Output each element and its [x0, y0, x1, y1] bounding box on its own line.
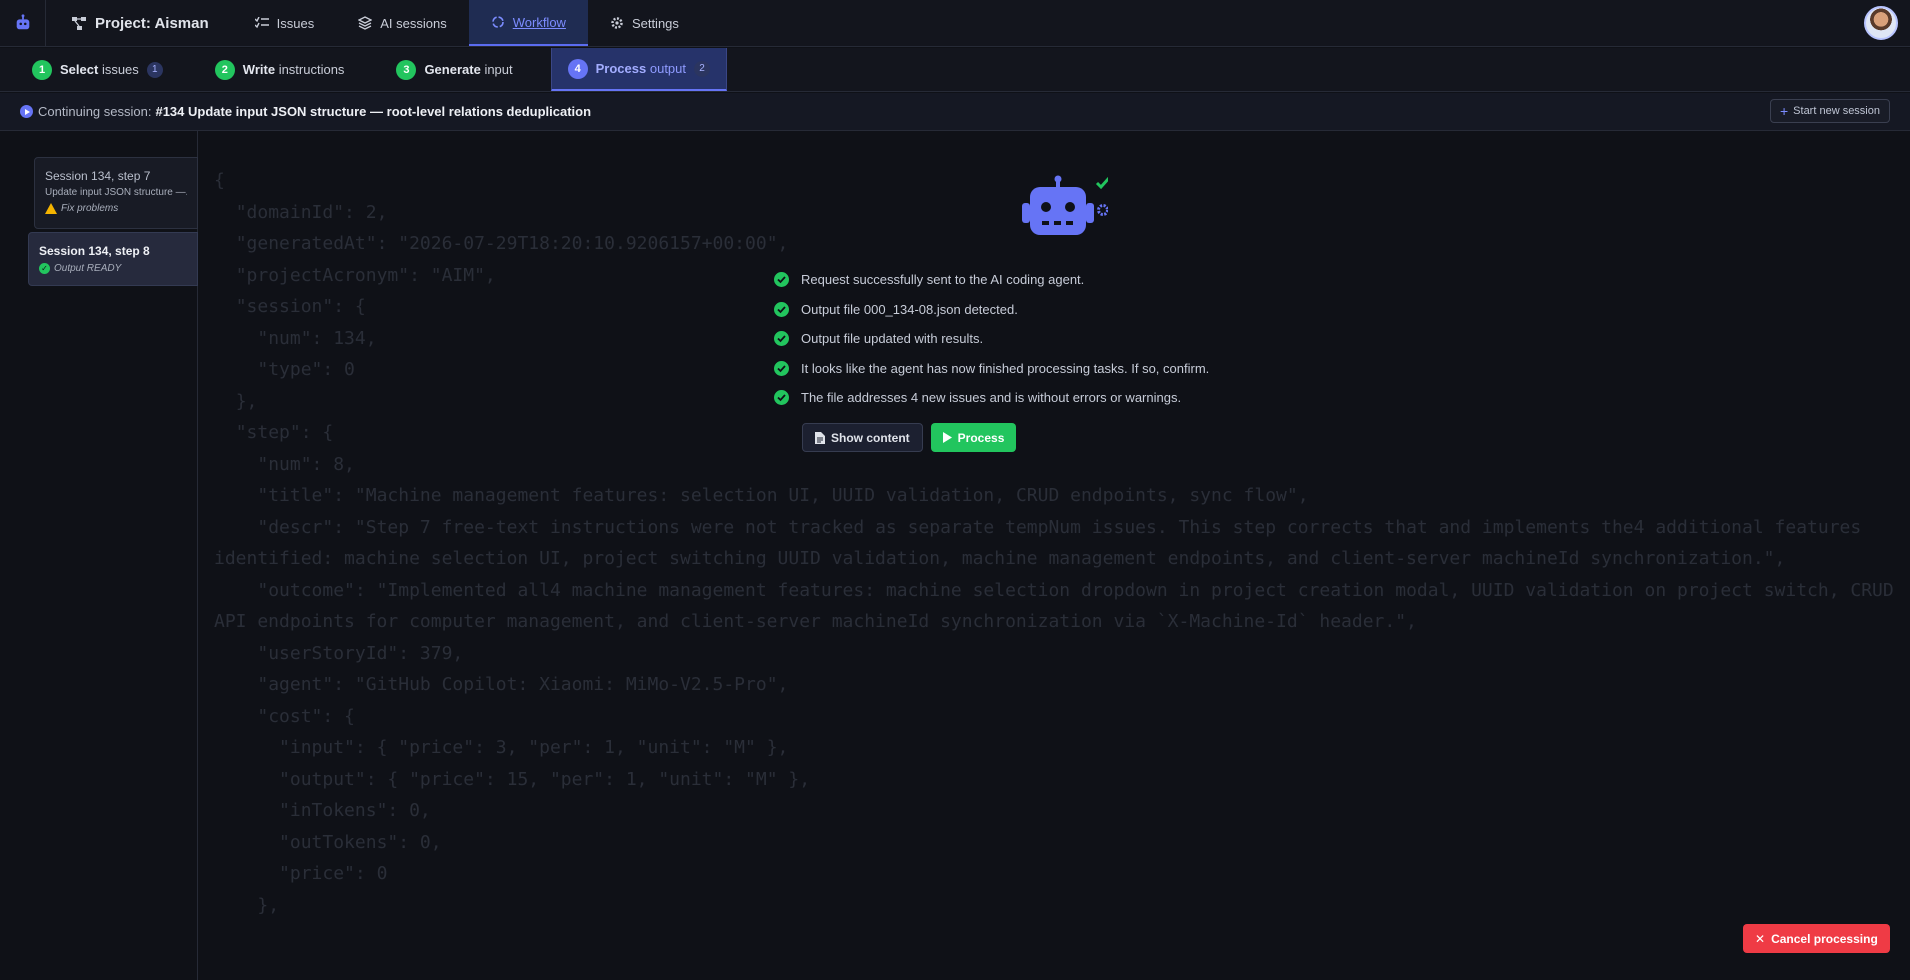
process-label: Process: [957, 430, 1005, 445]
start-new-session-button[interactable]: + Start new session: [1769, 99, 1890, 123]
check-circle-icon: [774, 360, 789, 376]
warning-icon: [45, 203, 57, 214]
project-title: Project: Aisman: [95, 14, 209, 32]
project-graph-icon: [72, 16, 86, 30]
step-process-output[interactable]: 4 Process output 2: [550, 48, 728, 91]
session-step-desc: Update input JSON structure —...: [45, 187, 187, 198]
play-circle-icon: [20, 105, 33, 118]
session-bar: Continuing session: #134 Update input JS…: [0, 93, 1910, 131]
step-label-strong: Generate: [424, 62, 481, 77]
nav-ai-sessions[interactable]: AI sessions: [336, 0, 468, 46]
nav-workflow[interactable]: Workflow: [468, 0, 588, 46]
workflow-steps: 1 Select issues 1 2 Write instructions 3…: [0, 48, 1910, 92]
step-select-issues[interactable]: 1 Select issues 1: [0, 48, 183, 91]
checklist-item: Request successfully sent to the AI codi…: [774, 265, 1209, 295]
session-step-card[interactable]: Session 134, step 7 Update input JSON st…: [34, 157, 198, 229]
top-nav: Project: Aisman Issues AI sessions Workf…: [0, 0, 1910, 47]
checklist-item: It looks like the agent has now finished…: [774, 354, 1209, 384]
checklist-item: Output file 000_134-08.json detected.: [774, 295, 1209, 325]
process-button[interactable]: Process: [930, 423, 1017, 452]
session-step-sidebar: Session 134, step 7 Update input JSON st…: [0, 131, 198, 980]
document-icon: [815, 431, 825, 444]
session-step-card-active[interactable]: Session 134, step 8 ✓ Output READY: [28, 232, 198, 286]
show-content-label: Show content: [831, 430, 910, 445]
step-number: 4: [567, 58, 588, 79]
nav-ai-sessions-label: AI sessions: [380, 15, 447, 31]
step-label-strong: Write: [242, 62, 276, 77]
check-circle-icon: ✓: [39, 263, 50, 274]
step-number: 2: [214, 59, 235, 80]
nav-issues-label: Issues: [276, 15, 315, 31]
checklist-item: Output file updated with results.: [774, 324, 1209, 354]
session-title: #134 Update input JSON structure — root-…: [155, 104, 592, 119]
step-label-strong: Select: [60, 62, 99, 77]
list-checks-icon: [254, 17, 269, 29]
check-circle-icon: [774, 272, 789, 288]
nav-workflow-label: Workflow: [512, 14, 566, 30]
session-step-status: Fix problems: [61, 203, 119, 214]
layers-icon: [358, 16, 373, 30]
nav-issues[interactable]: Issues: [233, 0, 337, 46]
show-content-button[interactable]: Show content: [802, 423, 923, 452]
close-icon: ✕: [1755, 931, 1766, 946]
checklist-text: It looks like the agent has now finished…: [801, 360, 1210, 376]
step-number: 3: [396, 59, 417, 80]
step-number: 1: [32, 59, 52, 80]
session-step-status: Output READY: [54, 263, 122, 274]
processing-checklist: Request successfully sent to the AI codi…: [774, 265, 1209, 413]
step-label-rest: instructions: [278, 62, 345, 77]
checklist-item: The file addresses 4 new issues and is w…: [774, 383, 1209, 413]
start-new-session-label: Start new session: [1793, 105, 1880, 117]
gear-icon: [611, 17, 623, 29]
step-label-strong: Process: [595, 61, 647, 76]
step-count-badge: 2: [694, 60, 711, 77]
action-buttons: Show content Process: [802, 423, 1017, 452]
app-logo[interactable]: [0, 0, 46, 46]
check-circle-icon: [774, 390, 789, 406]
nav-settings[interactable]: Settings: [588, 0, 701, 46]
workflow-cycle-icon: [491, 16, 504, 28]
nav-settings-label: Settings: [631, 15, 679, 31]
checklist-text: Request successfully sent to the AI codi…: [801, 272, 1085, 288]
robot-status-icon: [1022, 175, 1108, 235]
play-icon: [942, 432, 952, 443]
cancel-processing-label: Cancel processing: [1771, 931, 1878, 946]
session-step-title: Session 134, step 7: [45, 169, 151, 183]
checklist-text: Output file updated with results.: [801, 331, 984, 347]
check-circle-icon: [774, 301, 789, 317]
session-prefix: Continuing session:: [38, 104, 152, 119]
cancel-processing-button[interactable]: ✕ Cancel processing: [1743, 924, 1890, 953]
step-count-badge: 1: [146, 61, 163, 78]
session-step-title: Session 134, step 8: [39, 244, 150, 258]
user-avatar[interactable]: [1864, 6, 1898, 40]
step-label-rest: issues: [101, 62, 139, 77]
robot-logo-icon: [16, 14, 29, 30]
step-generate-input[interactable]: 3 Generate input: [364, 48, 532, 91]
step-label-rest: output: [649, 61, 687, 76]
nav-project[interactable]: Project: Aisman: [46, 0, 233, 46]
plus-icon: +: [1779, 103, 1789, 119]
checklist-text: The file addresses 4 new issues and is w…: [801, 390, 1182, 406]
step-write-instructions[interactable]: 2 Write instructions: [183, 48, 365, 91]
step-label-rest: input: [484, 62, 513, 77]
checklist-text: Output file 000_134-08.json detected.: [801, 301, 1018, 317]
check-circle-icon: [774, 331, 789, 347]
